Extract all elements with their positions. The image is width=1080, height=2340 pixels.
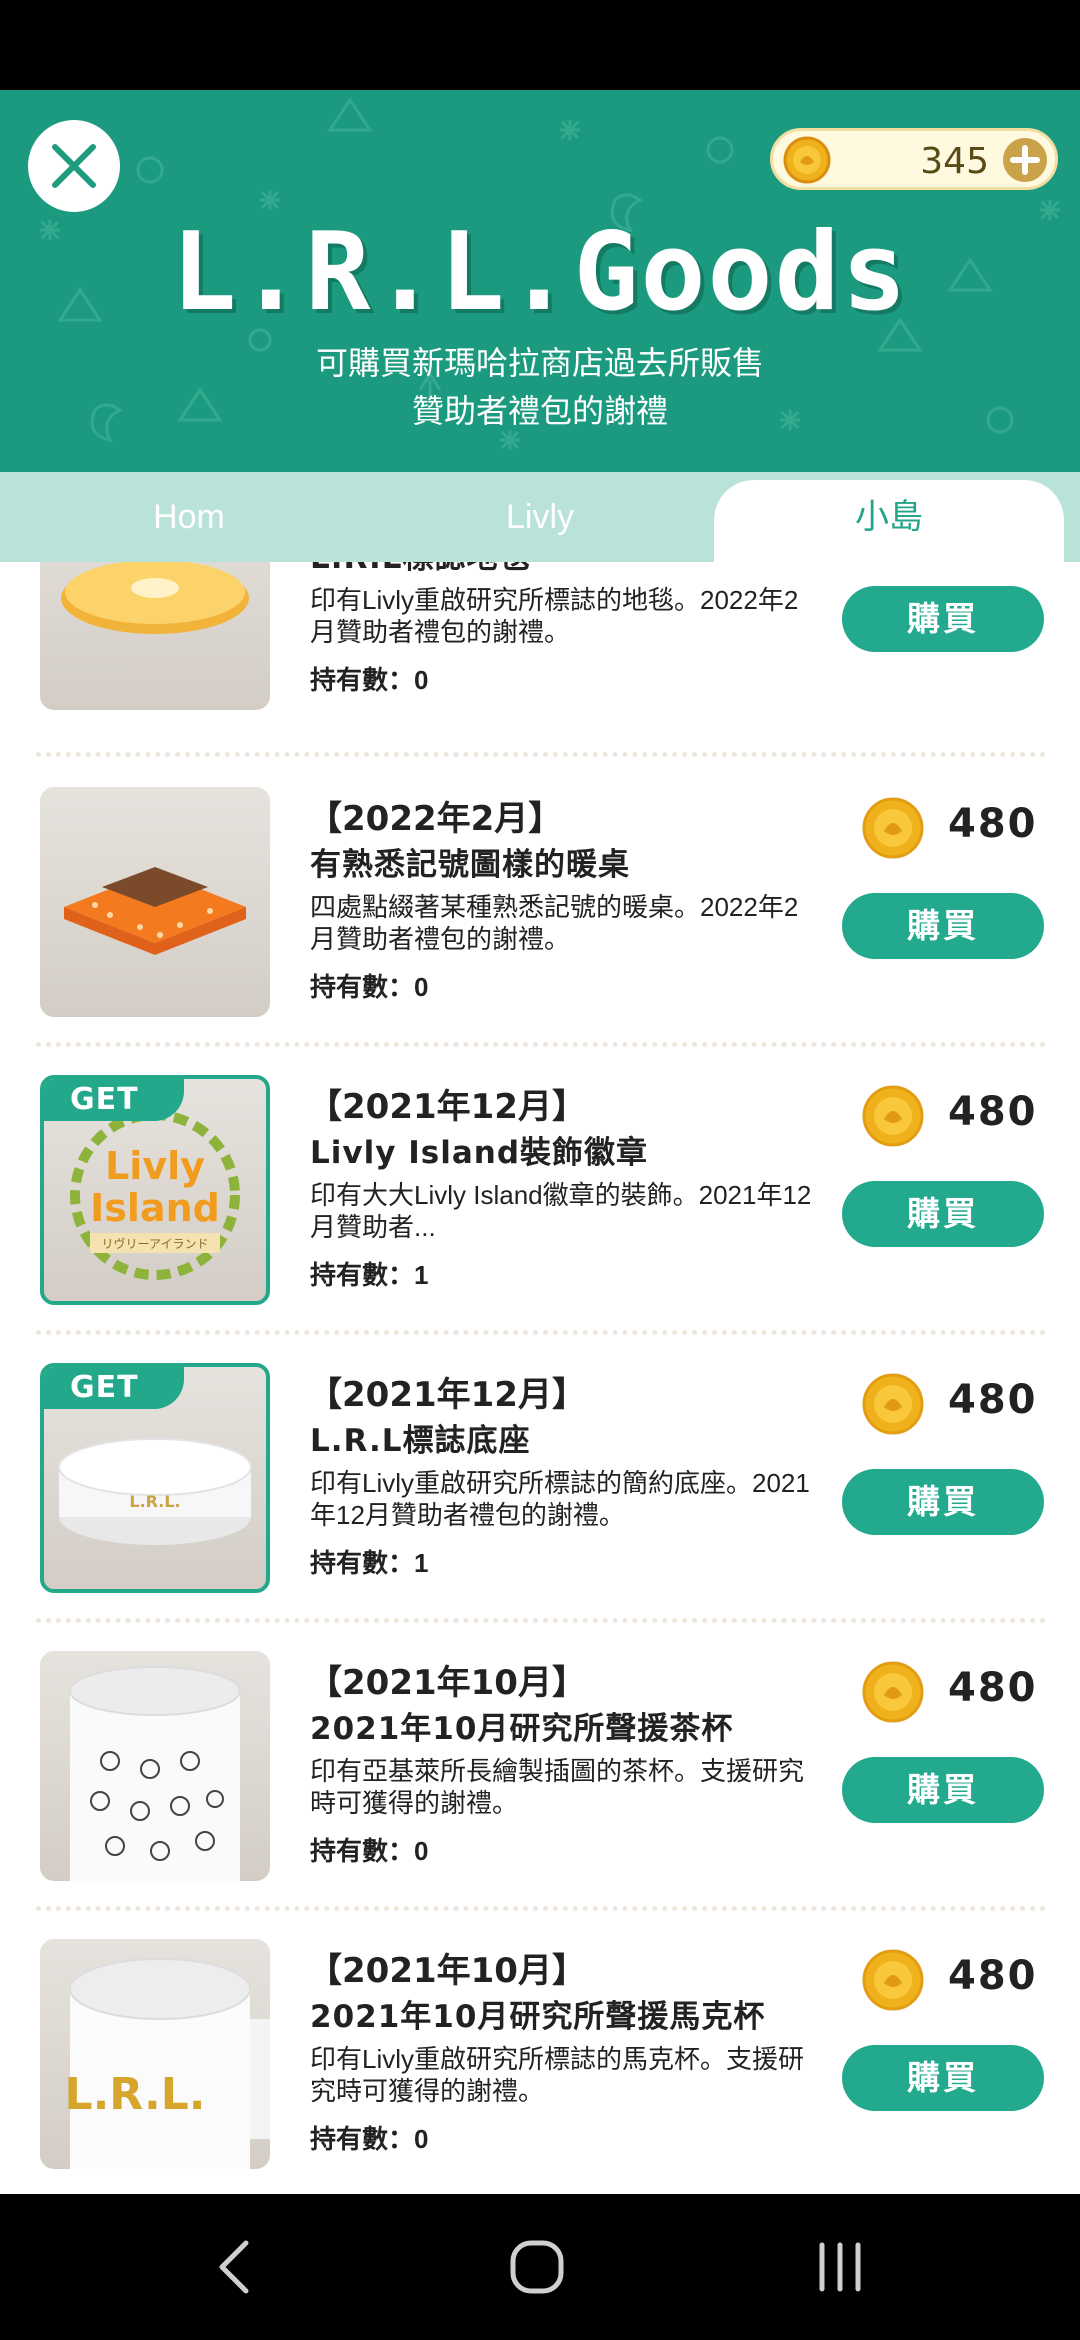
status-bar bbox=[0, 0, 1080, 90]
item-price: 480 bbox=[948, 1665, 1038, 1711]
subtitle-line-1: 可購買新瑪哈拉商店過去所販售 bbox=[315, 345, 764, 381]
base-logo-text: L.R.L. bbox=[129, 1492, 180, 1511]
item-price: 480 bbox=[948, 801, 1038, 847]
coin-icon bbox=[862, 1373, 924, 1435]
divider bbox=[36, 1906, 1046, 1911]
buy-button[interactable]: 購買 bbox=[842, 1757, 1044, 1823]
tab-island[interactable]: 小島 bbox=[714, 480, 1064, 562]
badge-livly-text: Livly bbox=[105, 1144, 205, 1188]
tab-home[interactable]: Hom bbox=[14, 472, 364, 562]
category-tabs: Hom Livly 小島 bbox=[0, 472, 1080, 562]
item-description: 印有Livly重啟研究所標誌的地毯。2022年2月贊助者禮包的謝禮。 bbox=[310, 585, 799, 647]
item-description: 印有Livly重啟研究所標誌的簡約底座。2021年12月贊助者禮包的謝禮。 bbox=[310, 1468, 810, 1530]
nav-back-button[interactable] bbox=[135, 2194, 335, 2340]
item-description: 四處點綴著某種熟悉記號的暖桌。2022年2月贊助者禮包的謝禮。 bbox=[310, 892, 799, 954]
recents-icon bbox=[819, 2242, 861, 2292]
buy-button[interactable]: 購買 bbox=[842, 1469, 1044, 1535]
buy-button[interactable]: 購買 bbox=[842, 2045, 1044, 2111]
coin-balance: 345 bbox=[770, 128, 1058, 190]
subtitle-line-2: 贊助者禮包的謝禮 bbox=[411, 393, 668, 429]
back-icon bbox=[219, 2240, 249, 2294]
item-name: L.R.L標誌地毯 bbox=[310, 562, 531, 577]
rug-image bbox=[61, 562, 249, 634]
home-icon bbox=[510, 2240, 564, 2294]
item-owned-count: 持有數：0 bbox=[310, 1836, 429, 1866]
item-thumbnail[interactable] bbox=[40, 1651, 270, 1881]
item-owned-count: 持有數：0 bbox=[310, 665, 429, 695]
item-thumbnail[interactable] bbox=[40, 787, 270, 1017]
item-date: 【2022年2月】 bbox=[308, 799, 563, 839]
item-name: Livly Island裝飾徽章 bbox=[310, 1135, 649, 1171]
item-date: 【2021年12月】 bbox=[308, 1375, 586, 1415]
coin-icon bbox=[862, 1661, 924, 1723]
list-item: L.R.L標誌地毯 印有Livly重啟研究所標誌的地毯。2022年2月贊助者禮包… bbox=[0, 562, 1080, 768]
coin-icon bbox=[862, 1949, 924, 2011]
list-item: L.R.L. GET 【2021年12月】 L.R.L標誌底座 印有Livly重… bbox=[0, 1363, 1080, 1651]
item-date: 【2021年12月】 bbox=[308, 1087, 586, 1127]
buy-button[interactable]: 購買 bbox=[842, 1181, 1044, 1247]
buy-button[interactable]: 購買 bbox=[842, 586, 1044, 652]
close-icon bbox=[52, 144, 96, 188]
item-thumbnail[interactable] bbox=[40, 562, 270, 710]
divider bbox=[36, 1618, 1046, 1623]
mug-image: L.R.L. bbox=[65, 1958, 270, 2169]
item-price: 480 bbox=[948, 1089, 1038, 1135]
get-badge: GET bbox=[44, 1367, 184, 1409]
add-coins-button[interactable] bbox=[1001, 136, 1049, 184]
divider bbox=[36, 1042, 1046, 1047]
item-description: 印有大大Livly Island徽章的裝飾。2021年12月贊助者... bbox=[310, 1180, 812, 1242]
item-owned-count: 持有數：0 bbox=[310, 972, 429, 1002]
item-description: 印有亞基萊所長繪製插圖的茶杯。支援研究時可獲得的謝禮。 bbox=[310, 1756, 805, 1818]
item-thumbnail[interactable]: Livly Island リヴリーアイランド GET bbox=[40, 1075, 270, 1305]
coin-icon bbox=[862, 797, 924, 859]
list-item: 【2022年2月】 有熟悉記號圖樣的暖桌 四處點綴著某種熟悉記號的暖桌。2022… bbox=[0, 787, 1080, 1075]
badge-island-text: Island bbox=[90, 1186, 220, 1230]
item-owned-count: 持有數：0 bbox=[310, 2124, 429, 2154]
item-description: 印有Livly重啟研究所標誌的馬克杯。支援研究時可獲得的謝禮。 bbox=[310, 2044, 805, 2106]
goods-list[interactable]: L.R.L標誌地毯 印有Livly重啟研究所標誌的地毯。2022年2月贊助者禮包… bbox=[0, 562, 1080, 2194]
kotatsu-image bbox=[64, 867, 246, 955]
item-owned-count: 持有數：1 bbox=[310, 1548, 429, 1578]
tab-livly[interactable]: Livly bbox=[365, 472, 715, 562]
shop-header: 345 L.R.L.Goods 可購買新瑪哈拉商店過去所販售 贊助者禮包的謝禮 bbox=[0, 90, 1080, 472]
page-title: L.R.L.Goods bbox=[171, 210, 909, 335]
item-name: 2021年10月研究所聲援茶杯 bbox=[310, 1711, 734, 1747]
item-name: 2021年10月研究所聲援馬克杯 bbox=[310, 1999, 766, 2035]
mug-logo-text: L.R.L. bbox=[65, 2069, 206, 2120]
coin-icon bbox=[862, 1085, 924, 1147]
coin-count: 345 bbox=[920, 141, 989, 182]
nav-recents-button[interactable] bbox=[740, 2194, 940, 2340]
item-name: L.R.L標誌底座 bbox=[310, 1423, 531, 1459]
divider bbox=[36, 1330, 1046, 1335]
badge-ribbon-text: リヴリーアイランド bbox=[102, 1236, 209, 1251]
list-item: 【2021年10月】 2021年10月研究所聲援茶杯 印有亞基萊所長繪製插圖的茶… bbox=[0, 1651, 1080, 1939]
coin-icon bbox=[783, 136, 831, 184]
item-name: 有熟悉記號圖樣的暖桌 bbox=[310, 847, 630, 883]
get-badge: GET bbox=[44, 1079, 184, 1121]
item-date: 【2021年10月】 bbox=[308, 1663, 586, 1703]
nav-home-button[interactable] bbox=[437, 2194, 637, 2340]
item-price: 480 bbox=[948, 1377, 1038, 1423]
divider bbox=[36, 752, 1046, 757]
close-button[interactable] bbox=[28, 120, 120, 212]
item-thumbnail[interactable]: L.R.L. GET bbox=[40, 1363, 270, 1593]
teacup-image bbox=[69, 1666, 241, 1881]
item-price: 480 bbox=[948, 1953, 1038, 1999]
item-thumbnail[interactable]: L.R.L. bbox=[40, 1939, 270, 2169]
item-date: 【2021年10月】 bbox=[308, 1951, 586, 1991]
list-item: Livly Island リヴリーアイランド GET 【2021年12月】 Li… bbox=[0, 1075, 1080, 1363]
list-item: L.R.L. 【2021年10月】 2021年10月研究所聲援馬克杯 印有Liv… bbox=[0, 1939, 1080, 2194]
system-navigation-bar bbox=[0, 2194, 1080, 2340]
item-owned-count: 持有數：1 bbox=[310, 1260, 429, 1290]
buy-button[interactable]: 購買 bbox=[842, 893, 1044, 959]
